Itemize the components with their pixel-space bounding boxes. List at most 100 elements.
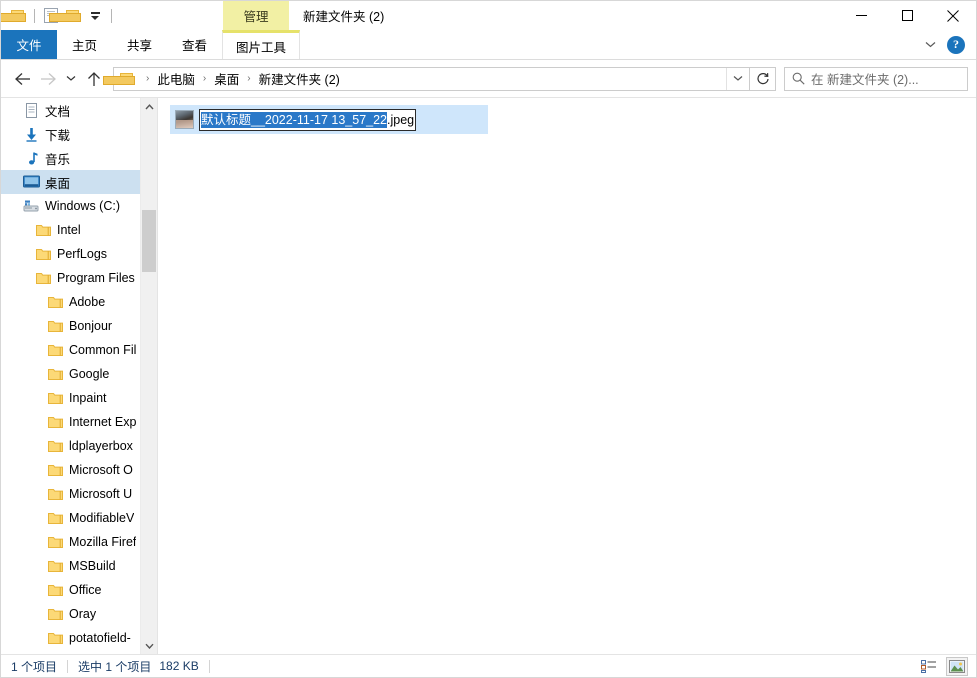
breadcrumb-bar[interactable]: › 此电脑 › 桌面 › 新建文件夹 (2): [103, 66, 750, 91]
tab-home[interactable]: 主页: [57, 30, 112, 59]
folder-icon: [45, 512, 65, 525]
recent-locations-button[interactable]: [61, 66, 81, 92]
sidebar-item-label: 音乐: [45, 152, 71, 167]
nav-scrollbar[interactable]: [140, 98, 157, 654]
breadcrumb-dropdown-button[interactable]: [726, 67, 749, 90]
nav-scroll-down-button[interactable]: [141, 637, 157, 654]
address-bar: › 此电脑 › 桌面 › 新建文件夹 (2) 在 新建文件夹 (2)...: [1, 60, 976, 97]
rename-input[interactable]: 默认标题__2022-11-17 13_57_22 .jpeg: [199, 108, 417, 131]
customize-quick-access-button[interactable]: [84, 5, 106, 27]
list-item[interactable]: 默认标题__2022-11-17 13_57_22 .jpeg: [170, 105, 488, 134]
photo-thumbnail: [175, 110, 194, 129]
large-icons-view-icon: [949, 660, 965, 673]
folder-icon: [45, 584, 65, 597]
tab-file[interactable]: 文件: [1, 30, 57, 59]
sidebar-item-internet-exp[interactable]: Internet Exp: [1, 410, 157, 434]
sidebar-item-mozilla-firef[interactable]: Mozilla Firef: [1, 530, 157, 554]
help-button[interactable]: ?: [947, 35, 965, 54]
sidebar-item-label: 桌面: [45, 176, 71, 191]
sidebar-item-音乐[interactable]: 音乐: [1, 146, 157, 170]
qat-divider-2: [111, 8, 112, 23]
details-view-icon: [921, 660, 936, 673]
refresh-icon: [756, 72, 769, 84]
content-area: 文档下载音乐桌面 Windows (C:) Intel PerfLogs Program…: [1, 97, 976, 654]
folder-icon: [33, 272, 53, 285]
sidebar-item-label: 文档: [45, 104, 71, 119]
ribbon-tab-bar: 文件 主页 共享 查看 图片工具 ?: [1, 30, 976, 60]
folder-icon-button[interactable]: [1, 5, 29, 27]
navigation-pane: 文档下载音乐桌面 Windows (C:) Intel PerfLogs Program…: [1, 98, 158, 654]
status-selection: 选中 1 个项目: [78, 659, 152, 674]
sidebar-item-label: PerfLogs: [57, 247, 108, 261]
sidebar-item-ldplayerbox[interactable]: ldplayerbox: [1, 434, 157, 458]
tab-picture-tools[interactable]: 图片工具: [222, 30, 301, 59]
back-button[interactable]: [9, 66, 35, 92]
folder-icon: [45, 296, 65, 309]
nav-scroll-up-button[interactable]: [141, 98, 157, 115]
search-icon: [785, 72, 811, 85]
folder-icon: [45, 632, 65, 645]
breadcrumb-item-1[interactable]: 桌面: [212, 69, 241, 88]
nav-scroll-thumb[interactable]: [142, 210, 156, 272]
forward-button[interactable]: [35, 66, 61, 92]
new-folder-icon: [48, 9, 81, 22]
folder-icon: [45, 368, 65, 381]
sidebar-item-google[interactable]: Google: [1, 362, 157, 386]
sidebar-item-windows-c[interactable]: Windows (C:): [1, 194, 157, 218]
breadcrumb-item-0[interactable]: 此电脑: [155, 69, 197, 88]
search-box[interactable]: 在 新建文件夹 (2)...: [784, 66, 968, 91]
sidebar-item-intel[interactable]: Intel: [1, 218, 157, 242]
new-folder-button[interactable]: [48, 5, 84, 27]
sidebar-item-label: Adobe: [69, 295, 106, 309]
sidebar-item-msbuild[interactable]: MSBuild: [1, 554, 157, 578]
tab-share[interactable]: 共享: [112, 30, 167, 59]
sidebar-item-adobe[interactable]: Adobe: [1, 290, 157, 314]
folder-icon: [33, 224, 53, 237]
sidebar-item-文档[interactable]: 文档: [1, 98, 157, 122]
sidebar-item-oray[interactable]: Oray: [1, 602, 157, 626]
file-list-area[interactable]: 默认标题__2022-11-17 13_57_22 .jpeg: [158, 98, 976, 654]
sidebar-item-下载[interactable]: 下载: [1, 122, 157, 146]
folder-icon: [45, 536, 65, 549]
folder-icon: [45, 392, 65, 405]
sidebar-item-bonjour[interactable]: Bonjour: [1, 314, 157, 338]
maximize-button[interactable]: [884, 1, 930, 30]
folder-icon: [45, 320, 65, 333]
sidebar-item-label: Office: [69, 583, 102, 597]
rename-selected-text: 默认标题__2022-11-17 13_57_22: [201, 111, 388, 128]
status-bar: 1 个项目 选中 1 个项目 182 KB: [1, 654, 976, 677]
sidebar-item-label: potatofield-: [69, 631, 131, 645]
music-icon: [21, 151, 41, 166]
large-icons-view-button[interactable]: [946, 657, 968, 676]
sidebar-item-label: Internet Exp: [69, 415, 137, 429]
status-item-count: 1 个项目: [11, 659, 58, 674]
quick-access-toolbar: ✓: [1, 1, 117, 30]
sidebar-item-桌面[interactable]: 桌面: [1, 170, 157, 194]
qat-divider-1: [34, 8, 35, 23]
sidebar-item-potatofield[interactable]: potatofield-: [1, 626, 157, 650]
tab-view[interactable]: 查看: [167, 30, 222, 59]
sidebar-item-modifiablev[interactable]: ModifiableV: [1, 506, 157, 530]
window-title: 新建文件夹 (2): [303, 10, 385, 24]
folder-icon: [45, 608, 65, 621]
sidebar-item-program-files[interactable]: Program Files: [1, 266, 157, 290]
sidebar-item-microsoft-u[interactable]: Microsoft U: [1, 482, 157, 506]
sidebar-item-label: Common Fil: [69, 343, 137, 357]
sidebar-item-office[interactable]: Office: [1, 578, 157, 602]
sidebar-item-inpaint[interactable]: Inpaint: [1, 386, 157, 410]
sidebar-item-perflogs[interactable]: PerfLogs: [1, 242, 157, 266]
refresh-button[interactable]: [750, 66, 776, 91]
breadcrumb-item-2[interactable]: 新建文件夹 (2): [257, 69, 342, 88]
collapse-ribbon-button[interactable]: [919, 34, 941, 56]
breadcrumb-separator-0: ›: [146, 72, 150, 84]
sidebar-item-label: Windows (C:): [45, 199, 121, 213]
sidebar-item-common-fil[interactable]: Common Fil: [1, 338, 157, 362]
sidebar-item-label: Microsoft U: [69, 487, 133, 501]
desktop-icon: [21, 175, 41, 189]
sidebar-item-label: 下载: [45, 128, 71, 143]
sidebar-item-microsoft-o[interactable]: Microsoft O: [1, 458, 157, 482]
close-button[interactable]: [930, 1, 976, 30]
minimize-button[interactable]: [838, 1, 884, 30]
details-view-button[interactable]: [918, 657, 940, 676]
ribbon-right-controls: ?: [919, 30, 972, 59]
